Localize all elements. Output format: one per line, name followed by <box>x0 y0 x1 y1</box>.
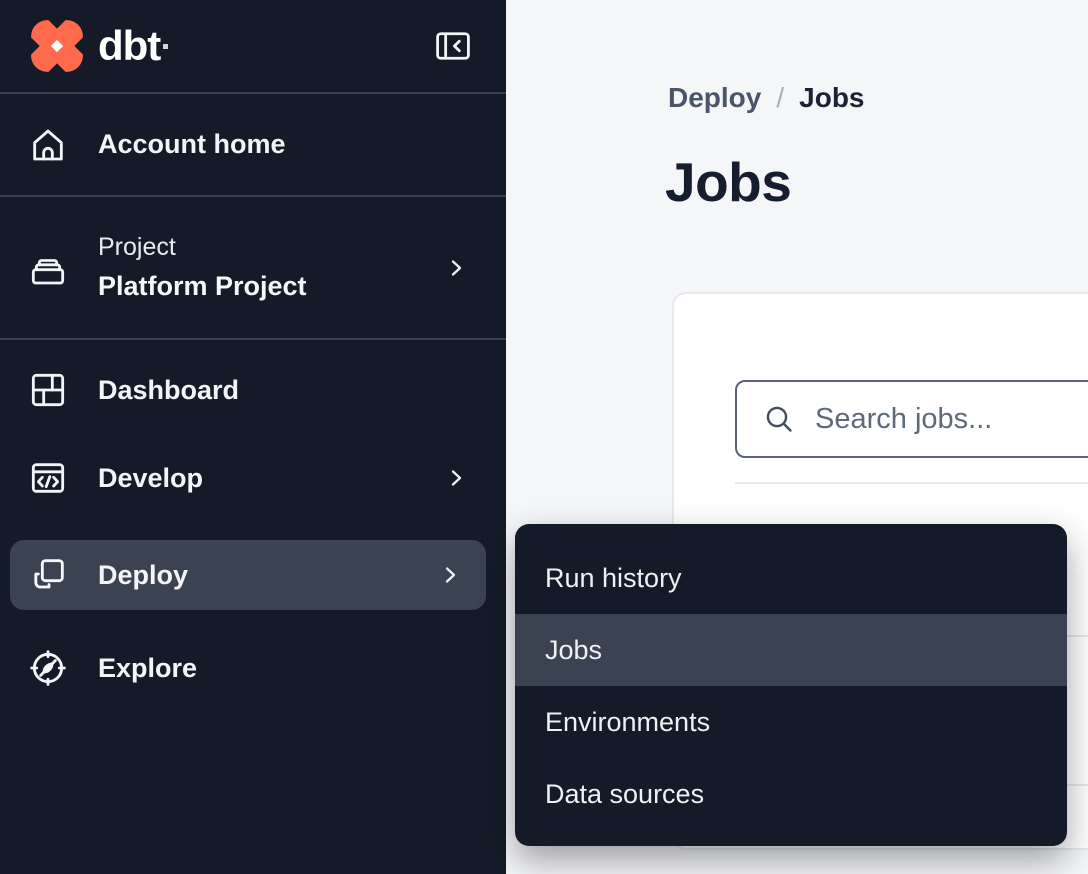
dashboard-grid-icon <box>28 370 68 410</box>
chevron-right-icon <box>444 256 468 280</box>
project-labels: Project Platform Project <box>98 233 307 302</box>
submenu-item-data-sources[interactable]: Data sources <box>515 758 1067 830</box>
submenu-item-jobs[interactable]: Jobs <box>515 614 1067 686</box>
compass-icon <box>28 648 68 688</box>
sidebar-collapse-button[interactable] <box>430 25 476 67</box>
brand-wordmark: dbt <box>98 25 160 67</box>
submenu-item-label: Jobs <box>545 635 602 666</box>
page-title: Jobs <box>665 150 791 214</box>
trademark-dot <box>163 44 168 49</box>
submenu-item-label: Run history <box>545 563 682 594</box>
sidebar-nav: Dashboard Develop Deploy <box>0 346 506 712</box>
breadcrumb-current: Jobs <box>799 82 864 114</box>
sidebar-collapse-icon <box>430 25 476 67</box>
archive-stack-icon <box>28 248 68 288</box>
sidebar-item-explore[interactable]: Explore <box>0 624 506 712</box>
sidebar-header: dbt <box>0 0 506 94</box>
chevron-right-icon <box>438 563 462 587</box>
sidebar-item-label: Account home <box>98 129 286 160</box>
overlapping-squares-icon <box>28 555 68 595</box>
sidebar-item-develop[interactable]: Develop <box>0 434 506 522</box>
sidebar-item-project[interactable]: Project Platform Project <box>0 197 506 340</box>
submenu-item-run-history[interactable]: Run history <box>515 542 1067 614</box>
card-divider <box>735 482 1088 484</box>
code-window-icon <box>28 458 68 498</box>
deploy-submenu: Run history Jobs Environments Data sourc… <box>515 524 1067 846</box>
sidebar-item-account-home[interactable]: Account home <box>0 94 506 197</box>
sidebar-item-label: Explore <box>98 653 197 684</box>
submenu-item-environments[interactable]: Environments <box>515 686 1067 758</box>
search-jobs-input[interactable] <box>815 403 1088 436</box>
project-name: Platform Project <box>98 271 307 302</box>
sidebar-item-deploy[interactable]: Deploy <box>10 540 486 610</box>
dbt-logo-icon <box>30 19 84 73</box>
sidebar-item-dashboard[interactable]: Dashboard <box>0 346 506 434</box>
breadcrumb-parent[interactable]: Deploy <box>668 82 761 114</box>
submenu-item-label: Data sources <box>545 779 704 810</box>
sidebar-item-label: Deploy <box>98 560 188 591</box>
sidebar-item-label: Dashboard <box>98 375 239 406</box>
breadcrumb-separator: / <box>776 82 784 114</box>
submenu-item-label: Environments <box>545 707 710 738</box>
chevron-right-icon <box>444 466 468 490</box>
search-box <box>735 380 1088 458</box>
sidebar-item-label: Develop <box>98 463 203 494</box>
breadcrumb: Deploy / Jobs <box>668 82 865 114</box>
search-icon <box>763 403 795 435</box>
home-icon <box>28 125 68 165</box>
sidebar: dbt Account home Project Platform Projec… <box>0 0 506 874</box>
project-kicker: Project <box>98 233 307 262</box>
